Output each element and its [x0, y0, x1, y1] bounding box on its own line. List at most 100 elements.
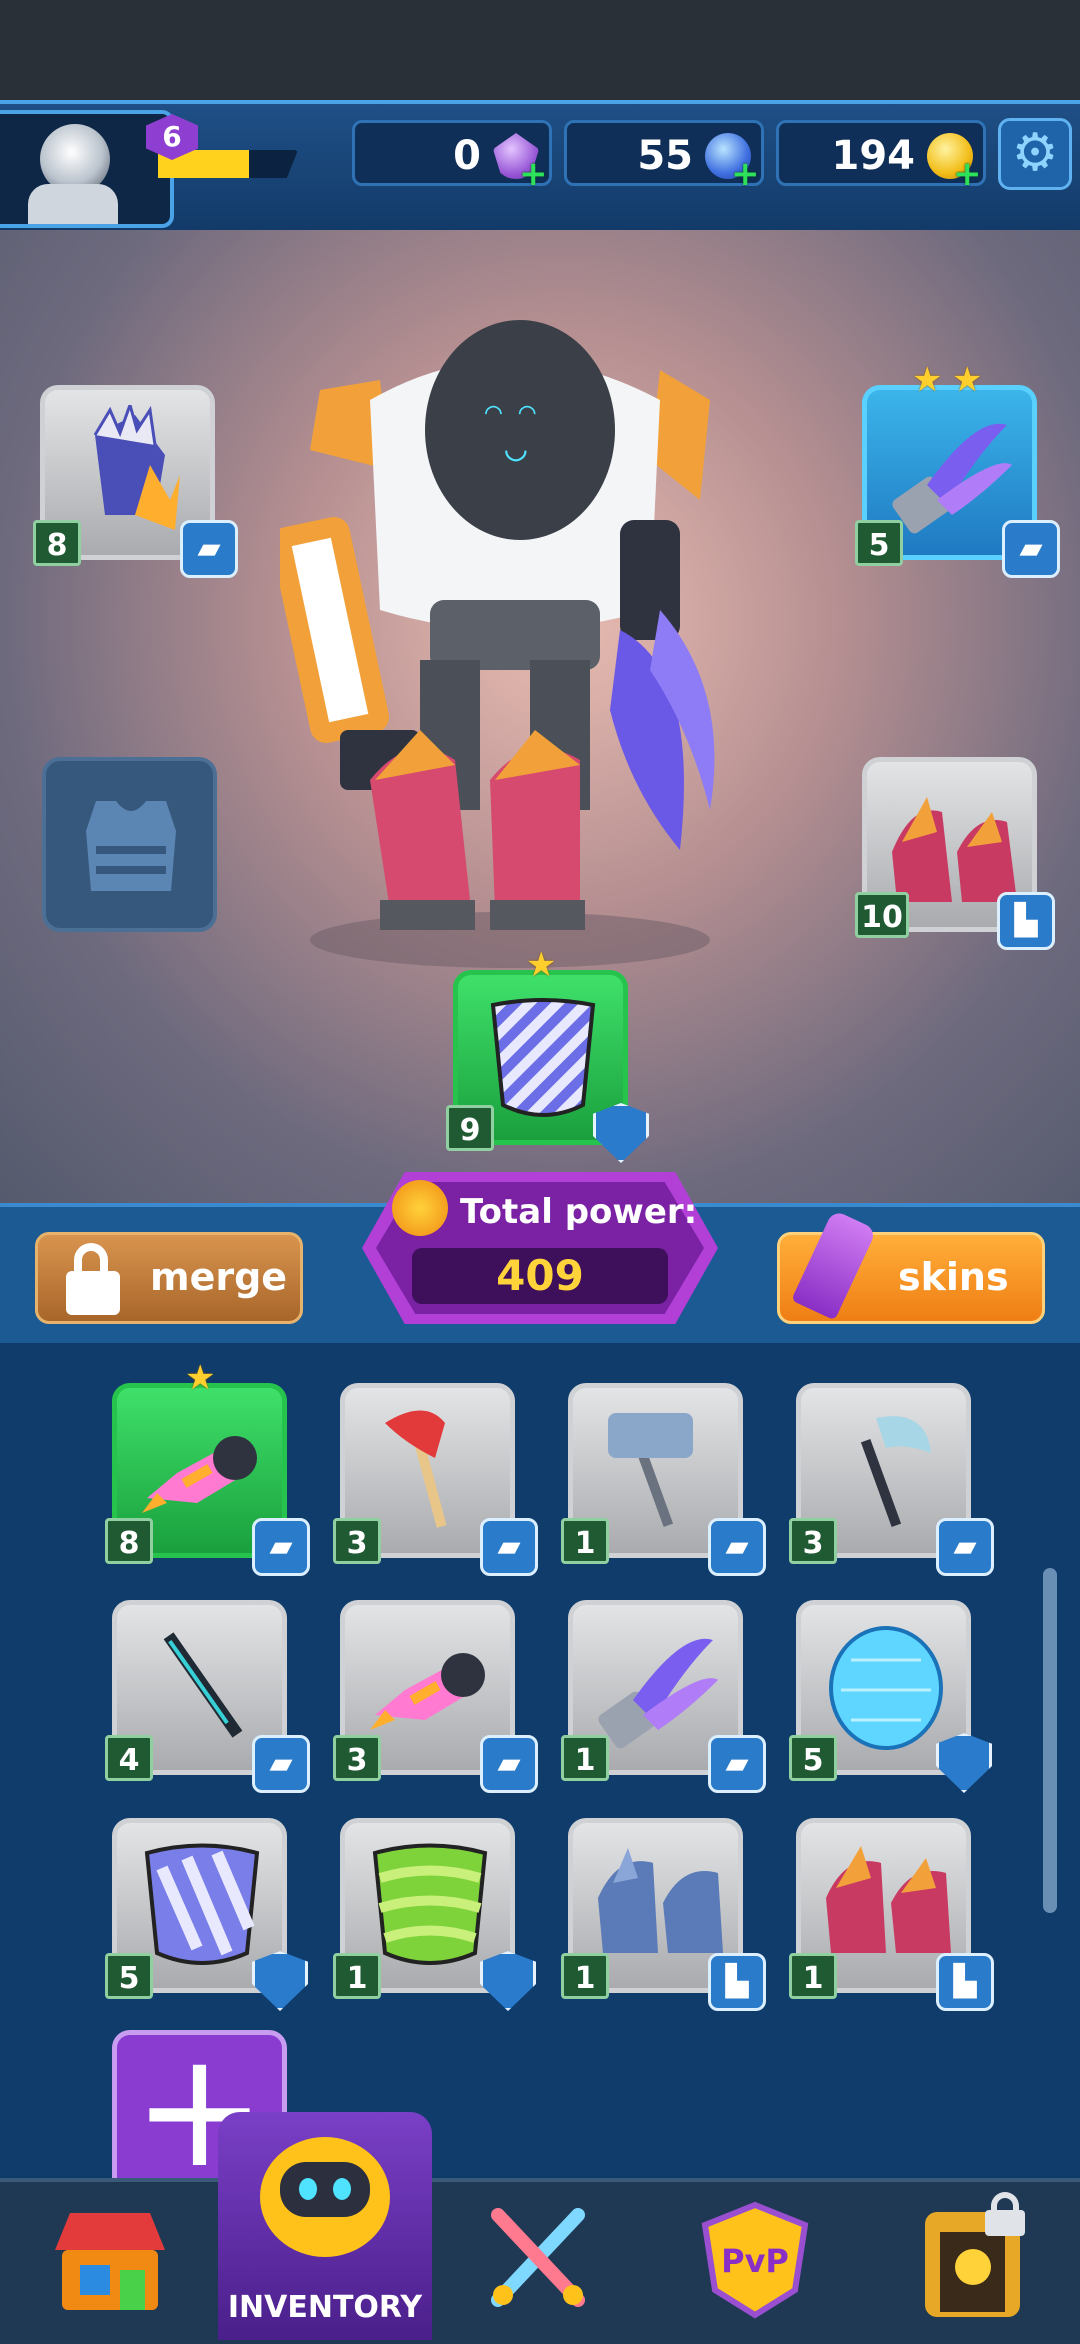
equipped-shield-slot[interactable]: ★ 9 [446, 945, 649, 1163]
weapon-type-icon: ▰ [1002, 520, 1060, 578]
boots-count: 10 [855, 892, 909, 938]
gloves-item-icon [93, 405, 180, 530]
nav-inventory-label: INVENTORY [227, 2290, 423, 2325]
robot-mascot-icon [260, 2137, 390, 2257]
equipped-boots-slot[interactable]: 10 ▙ [855, 757, 1055, 950]
inventory-item-fire-axe[interactable]: 3 ▰ [333, 1383, 538, 1576]
blue-boots-icon [598, 1848, 723, 1953]
battle-axe-icon [860, 1416, 931, 1527]
weapon-type-icon: ▰ [480, 1735, 538, 1793]
item-count: 1 [789, 1953, 837, 1999]
star-icon: ★ [912, 360, 943, 400]
green-shield-icon [372, 1843, 488, 1965]
add-crystal-icon[interactable]: + [731, 157, 760, 191]
weapon-type-icon: ▰ [480, 1518, 538, 1576]
nav-tab-shop[interactable] [50, 2205, 170, 2315]
item-count: 5 [105, 1953, 153, 1999]
rocket-icon [142, 1436, 257, 1513]
boots-type-icon: ▙ [708, 1953, 766, 2011]
weapon-type-icon: ▰ [180, 520, 238, 578]
total-power-label: Total power: [460, 1192, 698, 1232]
item-count: 1 [561, 1953, 609, 1999]
crystal-count: 55 [637, 133, 693, 179]
inventory-item-claw[interactable]: 1 ▰ [561, 1600, 766, 1793]
weapon-type-icon: ▰ [252, 1735, 310, 1793]
coin-count: 194 [831, 133, 916, 179]
radiation-icon [392, 1180, 448, 1236]
item-count: 3 [789, 1518, 837, 1564]
nav-tab-dungeon-locked[interactable] [915, 2192, 1035, 2322]
add-coin-icon[interactable]: + [953, 157, 982, 191]
fire-axe-icon [385, 1410, 447, 1528]
skins-button[interactable]: skins [777, 1209, 1045, 1324]
empty-armor-slot[interactable] [42, 757, 217, 932]
inventory-item-sword[interactable]: 4 ▰ [105, 1600, 310, 1793]
inventory-item-war-hammer[interactable]: 1 ▰ [561, 1383, 766, 1576]
lock-icon [66, 1243, 120, 1315]
boots-type-icon: ▙ [997, 892, 1055, 950]
currency-coin[interactable]: 194 + [776, 120, 986, 191]
item-count: 3 [333, 1518, 381, 1564]
robot-character: ⌒ ⌒ ◡ [280, 320, 715, 968]
equipped-claw-slot[interactable]: ★ ★ 5 ▰ [855, 360, 1060, 578]
gem-count: 0 [453, 133, 481, 179]
shield-count: 9 [446, 1105, 494, 1151]
merge-label: merge [150, 1255, 288, 1299]
item-count: 1 [561, 1735, 609, 1781]
sword-icon [163, 1632, 243, 1738]
inventory-item-striped-shield[interactable]: 5 [105, 1818, 308, 2011]
claw-item-icon [892, 423, 1012, 534]
striped-shield-icon [144, 1843, 260, 1965]
svg-text:◡: ◡ [505, 428, 527, 469]
item-count: 1 [333, 1953, 381, 1999]
weapon-type-icon: ▰ [252, 1518, 310, 1576]
red-boots-icon [826, 1846, 951, 1953]
inventory-item-green-shield[interactable]: 1 [333, 1818, 536, 2011]
star-icon: ★ [526, 945, 557, 985]
pvp-label: PvP [721, 2242, 789, 2280]
shop-icon [55, 2213, 165, 2310]
status-bar [0, 0, 1080, 100]
weapon-type-icon: ▰ [936, 1518, 994, 1576]
currency-gem[interactable]: 0 + [352, 120, 552, 191]
claw-count: 5 [855, 520, 903, 566]
inventory-item-rocket[interactable]: 3 ▰ [333, 1600, 538, 1793]
star-icon: ★ [185, 1358, 216, 1398]
nav-tab-pvp[interactable]: PvP [695, 2200, 815, 2320]
gloves-count: 8 [33, 520, 81, 566]
item-count: 1 [561, 1518, 609, 1564]
star-icon: ★ [952, 360, 983, 400]
item-count: 4 [105, 1735, 153, 1781]
claw-icon [598, 1638, 718, 1749]
svg-text:⌒ ⌒: ⌒ ⌒ [485, 394, 536, 427]
crossed-swords-icon [491, 2208, 585, 2307]
item-count: 5 [789, 1735, 837, 1781]
inventory-item-rocket[interactable]: ★ 8 ▰ [105, 1358, 310, 1576]
weapon-type-icon: ▰ [708, 1518, 766, 1576]
settings-gear-icon[interactable]: ⚙ [998, 118, 1072, 190]
weapon-type-icon: ▰ [708, 1735, 766, 1793]
inventory-item-red-boots[interactable]: 1 ▙ [789, 1818, 994, 2011]
equipped-gloves-slot[interactable]: 8 ▰ [33, 385, 238, 578]
pvp-shield-icon: PvP [701, 2201, 809, 2319]
striped-shield-icon [490, 998, 596, 1117]
inventory-item-battle-axe[interactable]: 3 ▰ [789, 1383, 994, 1576]
skins-label: skins [898, 1255, 1009, 1299]
nav-tab-battle[interactable] [478, 2200, 598, 2320]
total-power-value: 409 [412, 1248, 668, 1304]
inventory-item-energy-shield[interactable]: 5 [789, 1600, 992, 1793]
add-gem-icon[interactable]: + [519, 157, 548, 191]
vest-placeholder-icon [86, 801, 176, 891]
lock-icon [985, 2192, 1025, 2236]
energy-shield-icon [829, 1626, 943, 1750]
rocket-icon [370, 1653, 485, 1730]
merge-button[interactable]: merge [35, 1232, 303, 1324]
inventory-item-blue-boots[interactable]: 1 ▙ [561, 1818, 766, 2011]
item-count: 3 [333, 1735, 381, 1781]
currency-crystal[interactable]: 55 + [564, 120, 764, 191]
item-count: 8 [105, 1518, 153, 1564]
inventory-scrollbar[interactable] [1043, 1568, 1057, 1913]
avatar-body [28, 184, 118, 224]
war-hammer-icon [608, 1413, 693, 1527]
boots-type-icon: ▙ [936, 1953, 994, 2011]
